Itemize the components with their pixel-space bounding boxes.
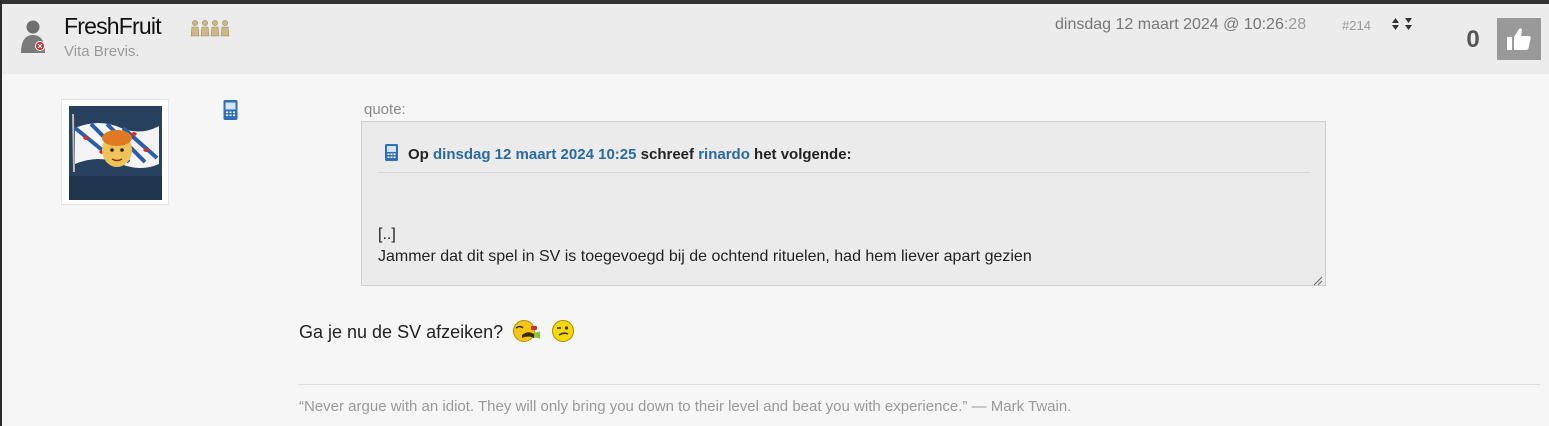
quote-body: [..] Jammer dat dit spel in SV is toegev… xyxy=(378,224,1032,268)
quote-date-link[interactable]: dinsdag 12 maart 2024 10:25 xyxy=(433,146,636,163)
signature-divider xyxy=(299,384,1540,385)
user-offline-icon xyxy=(18,17,48,55)
reply-text: Ga je nu de SV afzeiken? xyxy=(299,322,504,342)
post-timestamp[interactable]: dinsdag 12 maart 2024 @ 10:26:28 xyxy=(1055,16,1306,34)
post-score: 0 xyxy=(1466,26,1480,53)
post-body: Ga je nu de SV afzeiken? xyxy=(299,319,575,348)
mobile-phone-icon xyxy=(222,99,239,121)
quote-label: quote: xyxy=(364,101,406,118)
like-button[interactable] xyxy=(1497,18,1541,60)
author-avatar[interactable] xyxy=(61,99,169,205)
author-tagline: Vita Brevis. xyxy=(64,43,140,60)
timestamp-main: dinsdag 12 maart 2024 @ 10:26 xyxy=(1055,16,1284,33)
vomit-smiley-icon xyxy=(512,319,542,348)
quote-suffix: het volgende: xyxy=(754,146,852,163)
mobile-phone-icon xyxy=(384,143,399,162)
quote-body-line: Jammer dat dit spel in SV is toegevoegd … xyxy=(378,248,1032,265)
quote-divider xyxy=(378,172,1310,173)
rank-figures-icon xyxy=(189,19,233,42)
post-number[interactable]: #214 xyxy=(1342,18,1371,33)
thumbs-up-icon xyxy=(1507,28,1531,50)
post-header xyxy=(2,4,1549,74)
timestamp-seconds: :28 xyxy=(1283,16,1307,33)
quote-mid: schreef xyxy=(640,146,695,163)
sort-arrows-icon[interactable] xyxy=(1390,16,1416,32)
resize-grip-icon[interactable] xyxy=(1313,273,1323,286)
quote-header: Op dinsdag 12 maart 2024 10:25 schreef r… xyxy=(384,143,852,163)
quote-body-line: [..] xyxy=(378,226,396,243)
wink-smiley-icon xyxy=(551,319,575,348)
quote-user-link[interactable]: rinardo xyxy=(698,146,750,163)
quote-prefix: Op xyxy=(408,146,429,163)
author-name[interactable]: FreshFruit xyxy=(64,13,162,40)
signature: “Never argue with an idiot. They will on… xyxy=(299,398,1072,415)
quote-box: Op dinsdag 12 maart 2024 10:25 schreef r… xyxy=(361,121,1326,286)
